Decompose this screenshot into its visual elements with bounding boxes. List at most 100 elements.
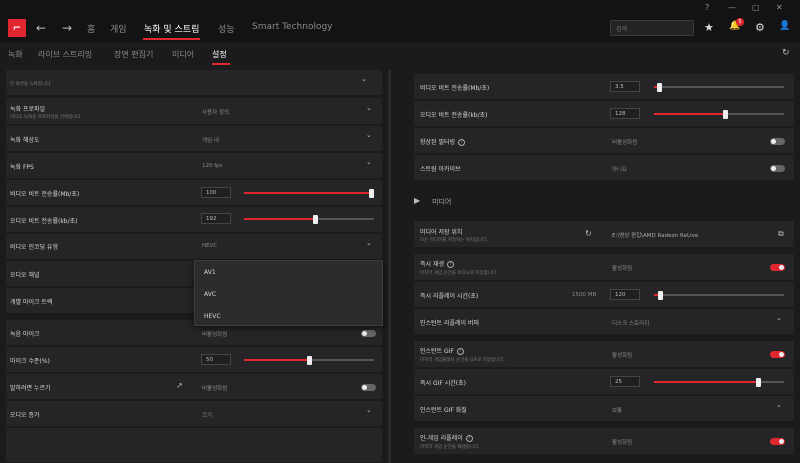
row-label: 향상된 필터링? bbox=[420, 137, 466, 146]
chevron-down-icon[interactable]: ⌄ bbox=[361, 75, 367, 83]
instant-gif-toggle[interactable] bbox=[770, 351, 785, 358]
instant-gif-quality-row[interactable] bbox=[414, 396, 794, 422]
slider-thumb[interactable] bbox=[313, 214, 318, 224]
chevron-down-icon[interactable]: ⌄ bbox=[366, 239, 372, 247]
help-circle-icon[interactable]: ? bbox=[456, 348, 464, 355]
row-label: 마이크 수준(%) bbox=[10, 358, 50, 365]
row-label: 녹음 마이크 bbox=[10, 331, 40, 338]
recording-resolution-row[interactable] bbox=[6, 126, 382, 152]
row-label: 오디오 채널 bbox=[10, 272, 40, 279]
nav-performance[interactable]: 성능 bbox=[218, 22, 235, 35]
minimize-button[interactable]: — bbox=[728, 3, 736, 12]
row-value: E:\영상 편집\AMD Radeon ReLive bbox=[612, 233, 699, 239]
forward-arrow-icon[interactable]: → bbox=[62, 21, 72, 35]
enhanced-filtering-toggle[interactable] bbox=[770, 138, 785, 145]
slider-thumb[interactable] bbox=[306, 355, 312, 365]
gear-icon[interactable]: ⚙ bbox=[755, 21, 765, 34]
row-label: 미디어 저장 위치 bbox=[420, 229, 463, 236]
tab-record[interactable]: 녹화 bbox=[8, 49, 23, 60]
star-icon[interactable]: ★ bbox=[704, 21, 714, 34]
audio-bitrate-input[interactable]: 192 bbox=[201, 213, 231, 224]
search-input[interactable]: 검색 bbox=[610, 20, 694, 36]
stream-audio-bitrate-slider[interactable] bbox=[654, 109, 784, 119]
row-value: 끄기 bbox=[202, 413, 213, 419]
refresh-icon[interactable]: ↻ bbox=[585, 229, 592, 238]
video-encoding-row[interactable] bbox=[6, 234, 382, 260]
instant-gif-row[interactable] bbox=[414, 341, 794, 368]
recording-fps-row[interactable] bbox=[6, 153, 382, 179]
user-icon[interactable]: 👤 bbox=[779, 21, 790, 31]
tab-settings[interactable]: 설정 bbox=[212, 49, 227, 60]
chevron-down-icon[interactable]: ⌄ bbox=[366, 158, 372, 166]
help-circle-icon[interactable]: ? bbox=[447, 261, 454, 268]
tab-media[interactable]: 미디어 bbox=[172, 49, 194, 60]
dropdown-option-avc[interactable]: AVC bbox=[204, 291, 216, 298]
help-icon[interactable]: ? bbox=[705, 3, 709, 12]
instant-replay-time-input[interactable]: 120 bbox=[610, 289, 640, 300]
slider-thumb[interactable] bbox=[656, 82, 662, 92]
settings-row bbox=[6, 428, 382, 463]
stream-archive-toggle[interactable] bbox=[770, 165, 785, 172]
audio-bitrate-slider[interactable] bbox=[244, 214, 374, 224]
slider-thumb[interactable] bbox=[723, 109, 728, 119]
dropdown-option-av1[interactable]: AV1 bbox=[204, 269, 216, 276]
stream-archive-row[interactable] bbox=[414, 155, 794, 181]
share-icon[interactable]: ↗ bbox=[176, 381, 183, 390]
chevron-down-icon[interactable]: ⌄ bbox=[366, 104, 372, 112]
stream-audio-bitrate-input[interactable]: 128 bbox=[610, 108, 640, 119]
dropdown-option-hevc[interactable]: HEVC bbox=[204, 313, 221, 320]
instant-replay-toggle[interactable] bbox=[770, 264, 785, 271]
tab-scene-editor[interactable]: 장면 편집기 bbox=[114, 49, 153, 60]
tab-live-streaming[interactable]: 라이브 스트리밍 bbox=[38, 49, 92, 60]
row-desc: 마지막 게임 순간을 비디오로 저장합니다. bbox=[420, 271, 498, 276]
help-circle-icon[interactable]: ? bbox=[465, 435, 473, 442]
back-arrow-icon[interactable]: ← bbox=[36, 21, 46, 35]
record-mic-toggle[interactable] bbox=[361, 330, 376, 337]
nav-home[interactable]: 홈 bbox=[87, 22, 95, 35]
video-bitrate-input[interactable]: 100 bbox=[201, 187, 231, 198]
instant-gif-time-input[interactable]: 25 bbox=[610, 376, 640, 387]
chevron-down-icon[interactable]: ⌄ bbox=[776, 314, 782, 322]
push-to-talk-row[interactable] bbox=[6, 374, 382, 400]
mic-level-input[interactable]: 50 bbox=[201, 354, 231, 365]
instant-gif-time-slider[interactable] bbox=[654, 377, 784, 387]
row-label: 녹화 해상도 bbox=[10, 137, 40, 144]
close-button[interactable]: ✕ bbox=[776, 3, 783, 12]
left-scrollbar[interactable] bbox=[388, 70, 391, 463]
audio-boost-row[interactable] bbox=[6, 401, 382, 427]
video-bitrate-slider[interactable] bbox=[244, 188, 374, 198]
slider-thumb[interactable] bbox=[658, 290, 663, 300]
amd-logo[interactable]: ⌐ bbox=[8, 19, 26, 37]
instant-replay-row[interactable] bbox=[414, 254, 794, 281]
row-value: 아니요 bbox=[612, 167, 628, 173]
nav-record-stream[interactable]: 녹화 및 스트림 bbox=[144, 22, 199, 35]
nav-smart-technology[interactable]: Smart Technology bbox=[252, 22, 333, 32]
push-to-talk-toggle[interactable] bbox=[361, 384, 376, 391]
row-desc: 마지막 게임 순간을 재생합니다. bbox=[420, 445, 480, 450]
row-label: 즉시 리플레이 시간(초) bbox=[420, 293, 479, 300]
instant-replay-time-slider[interactable] bbox=[654, 290, 784, 300]
stream-video-bitrate-input[interactable]: 3.5 bbox=[610, 81, 640, 92]
stream-video-bitrate-slider[interactable] bbox=[654, 82, 784, 92]
folder-browse-icon[interactable]: ⧉ bbox=[778, 229, 784, 239]
row-label: 스트림 아카이브 bbox=[420, 166, 461, 173]
refresh-icon[interactable]: ↻ bbox=[782, 48, 790, 58]
chevron-down-icon[interactable]: ⌄ bbox=[366, 406, 372, 414]
chevron-down-icon[interactable]: ⌄ bbox=[776, 401, 782, 409]
enhanced-filtering-row[interactable] bbox=[414, 128, 794, 154]
row-label: 즉시 재생? bbox=[420, 259, 454, 268]
media-save-location-row[interactable] bbox=[414, 221, 794, 248]
nav-games[interactable]: 게임 bbox=[110, 22, 127, 35]
toggle-knob bbox=[771, 139, 776, 144]
in-game-replay-toggle[interactable] bbox=[770, 438, 785, 445]
row-label: 녹화 FPS bbox=[10, 164, 34, 171]
recording-profile-row[interactable] bbox=[6, 98, 382, 125]
maximize-button[interactable]: ▢ bbox=[752, 3, 760, 12]
mic-level-slider[interactable] bbox=[244, 355, 374, 365]
buffer-size-readout: 1500 MB bbox=[572, 292, 597, 298]
help-circle-icon[interactable]: ? bbox=[458, 139, 466, 146]
slider-thumb[interactable] bbox=[369, 188, 374, 198]
settings-row[interactable] bbox=[6, 70, 382, 96]
chevron-down-icon[interactable]: ⌄ bbox=[366, 131, 372, 139]
slider-thumb[interactable] bbox=[755, 377, 761, 387]
